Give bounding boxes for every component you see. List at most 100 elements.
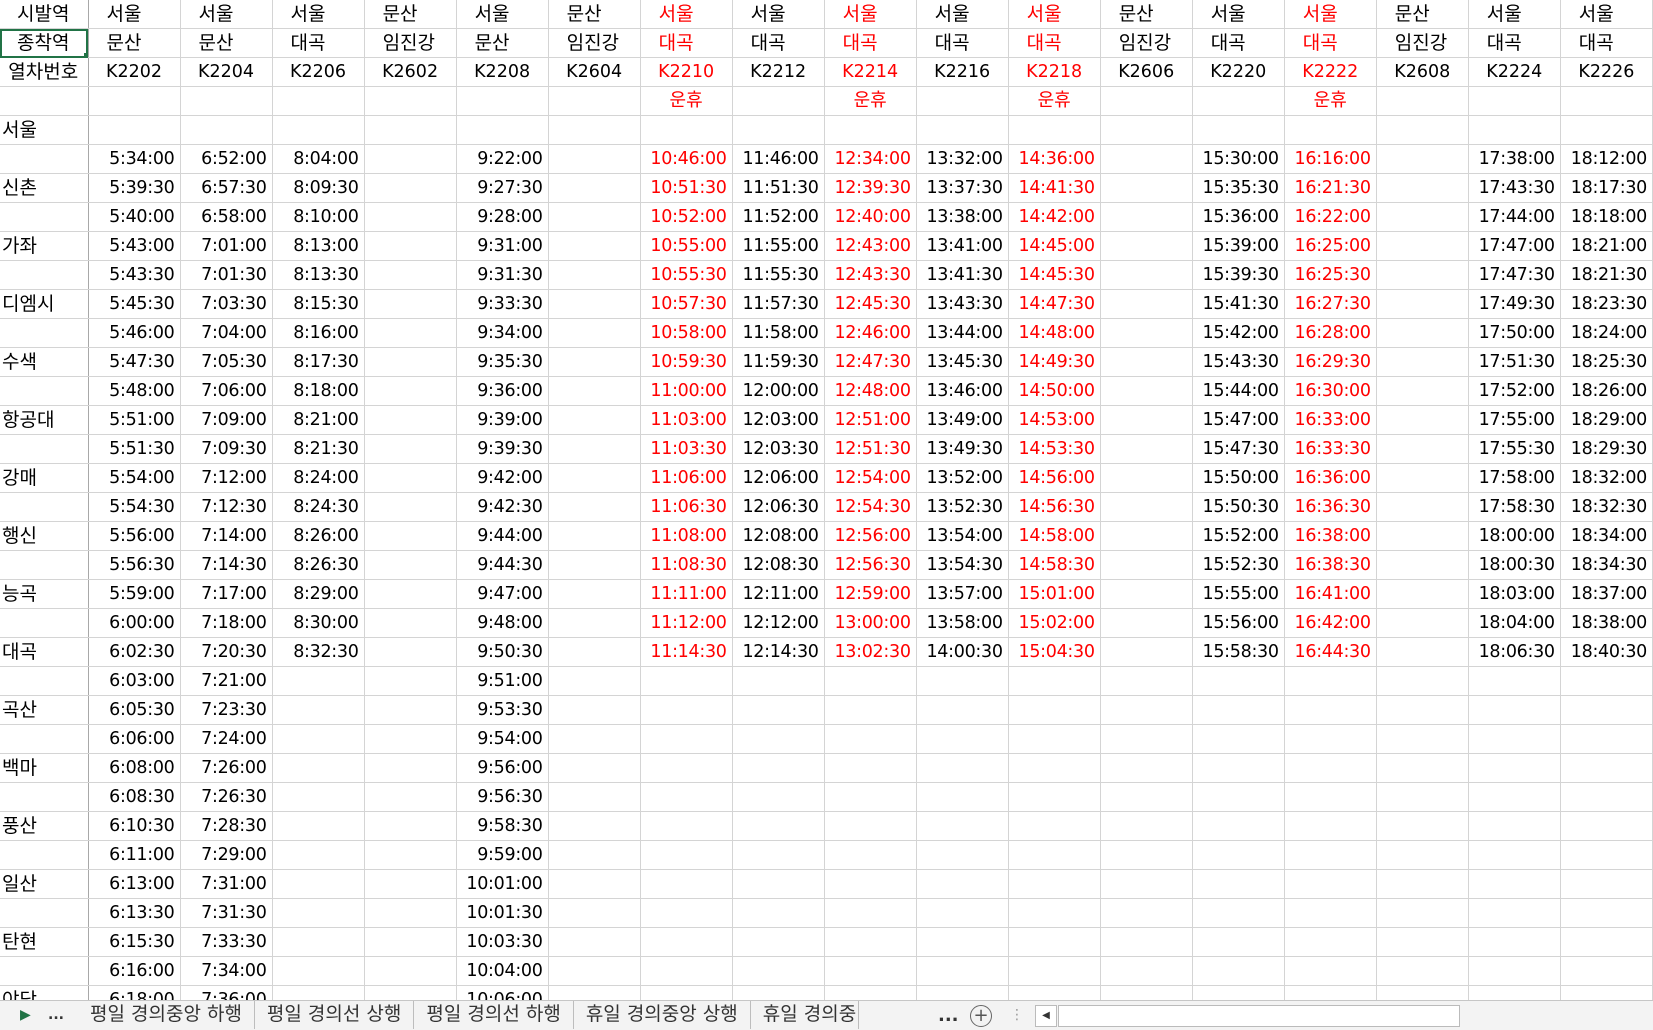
- time-cell[interactable]: 6:18:00: [88, 985, 181, 1000]
- time-cell[interactable]: 18:21:30: [1560, 260, 1653, 290]
- time-cell[interactable]: 5:40:00: [88, 202, 181, 232]
- time-cell[interactable]: 12:48:00: [824, 376, 917, 406]
- time-cell[interactable]: 14:45:00: [1008, 231, 1101, 261]
- time-cell[interactable]: [640, 753, 733, 783]
- time-cell[interactable]: 15:52:00: [1192, 521, 1285, 551]
- time-cell[interactable]: 17:49:30: [1468, 289, 1561, 319]
- time-cell[interactable]: [1100, 608, 1193, 638]
- train-number-cell[interactable]: K2206: [272, 57, 365, 87]
- time-cell[interactable]: 9:50:30: [456, 637, 549, 667]
- time-cell[interactable]: 18:37:00: [1560, 579, 1653, 609]
- time-cell[interactable]: [916, 666, 1009, 696]
- time-cell[interactable]: [1008, 782, 1101, 812]
- time-cell[interactable]: 17:55:00: [1468, 405, 1561, 435]
- time-cell[interactable]: 7:36:00: [180, 985, 273, 1000]
- time-cell[interactable]: 15:01:00: [1008, 579, 1101, 609]
- time-cell[interactable]: [364, 202, 457, 232]
- time-cell[interactable]: [1376, 898, 1469, 928]
- time-cell[interactable]: [1376, 927, 1469, 957]
- station-name-cell[interactable]: 서울: [0, 115, 89, 145]
- time-cell[interactable]: 14:45:30: [1008, 260, 1101, 290]
- start-station-label[interactable]: 시발역: [0, 0, 89, 29]
- time-cell[interactable]: 14:53:00: [1008, 405, 1101, 435]
- time-cell[interactable]: 6:13:30: [88, 898, 181, 928]
- time-cell[interactable]: 13:37:30: [916, 173, 1009, 203]
- time-cell[interactable]: [1376, 840, 1469, 870]
- time-cell[interactable]: [548, 782, 641, 812]
- time-cell[interactable]: 14:49:30: [1008, 347, 1101, 377]
- time-cell[interactable]: 16:30:00: [1284, 376, 1377, 406]
- status-cell[interactable]: [548, 86, 641, 116]
- time-cell[interactable]: 18:04:00: [1468, 608, 1561, 638]
- time-cell[interactable]: 11:14:30: [640, 637, 733, 667]
- station-name-cell[interactable]: [0, 202, 89, 232]
- time-cell[interactable]: 9:44:00: [456, 521, 549, 551]
- time-cell[interactable]: 14:48:00: [1008, 318, 1101, 348]
- sheet-tab[interactable]: 평일 경의선 하행: [414, 1001, 574, 1029]
- time-cell[interactable]: 14:42:00: [1008, 202, 1101, 232]
- time-cell[interactable]: [1192, 956, 1285, 986]
- time-cell[interactable]: 5:54:30: [88, 492, 181, 522]
- time-cell[interactable]: [1468, 840, 1561, 870]
- time-cell[interactable]: [364, 695, 457, 725]
- time-cell[interactable]: [1284, 840, 1377, 870]
- time-cell[interactable]: [824, 869, 917, 899]
- time-cell[interactable]: [1560, 782, 1653, 812]
- time-cell[interactable]: [364, 115, 457, 145]
- time-cell[interactable]: [824, 782, 917, 812]
- time-cell[interactable]: 12:51:00: [824, 405, 917, 435]
- time-cell[interactable]: [916, 840, 1009, 870]
- time-cell[interactable]: 17:58:30: [1468, 492, 1561, 522]
- time-cell[interactable]: 9:35:30: [456, 347, 549, 377]
- time-cell[interactable]: [364, 144, 457, 174]
- time-cell[interactable]: [824, 840, 917, 870]
- time-cell[interactable]: 9:56:30: [456, 782, 549, 812]
- time-cell[interactable]: [1100, 347, 1193, 377]
- station-name-cell[interactable]: 일산: [0, 869, 89, 899]
- time-cell[interactable]: 5:46:00: [88, 318, 181, 348]
- time-cell[interactable]: 16:16:00: [1284, 144, 1377, 174]
- time-cell[interactable]: 9:53:30: [456, 695, 549, 725]
- time-cell[interactable]: [1560, 840, 1653, 870]
- time-cell[interactable]: 7:18:00: [180, 608, 273, 638]
- time-cell[interactable]: [1100, 695, 1193, 725]
- time-cell[interactable]: [1376, 115, 1469, 145]
- time-cell[interactable]: [732, 840, 825, 870]
- station-name-cell[interactable]: [0, 318, 89, 348]
- time-cell[interactable]: [364, 376, 457, 406]
- time-cell[interactable]: 11:59:30: [732, 347, 825, 377]
- time-cell[interactable]: [732, 811, 825, 841]
- time-cell[interactable]: 15:50:00: [1192, 463, 1285, 493]
- end-station-cell[interactable]: 대곡: [1560, 28, 1653, 58]
- time-cell[interactable]: 13:32:00: [916, 144, 1009, 174]
- time-cell[interactable]: 17:43:30: [1468, 173, 1561, 203]
- time-cell[interactable]: [1284, 782, 1377, 812]
- time-cell[interactable]: 6:05:30: [88, 695, 181, 725]
- time-cell[interactable]: [1100, 724, 1193, 754]
- time-cell[interactable]: [1192, 898, 1285, 928]
- end-station-cell[interactable]: 대곡: [640, 28, 733, 58]
- time-cell[interactable]: 17:47:30: [1468, 260, 1561, 290]
- time-cell[interactable]: [1100, 811, 1193, 841]
- start-station-cell[interactable]: 문산: [1100, 0, 1193, 29]
- time-cell[interactable]: [1560, 985, 1653, 1000]
- time-cell[interactable]: 5:45:30: [88, 289, 181, 319]
- time-cell[interactable]: [364, 608, 457, 638]
- time-cell[interactable]: 12:47:30: [824, 347, 917, 377]
- time-cell[interactable]: [1376, 695, 1469, 725]
- start-station-cell[interactable]: 서울: [180, 0, 273, 29]
- start-station-cell[interactable]: 서울: [916, 0, 1009, 29]
- time-cell[interactable]: 13:58:00: [916, 608, 1009, 638]
- station-name-cell[interactable]: 행신: [0, 521, 89, 551]
- time-cell[interactable]: 5:43:00: [88, 231, 181, 261]
- time-cell[interactable]: [1560, 115, 1653, 145]
- time-cell[interactable]: 14:41:30: [1008, 173, 1101, 203]
- time-cell[interactable]: 7:14:00: [180, 521, 273, 551]
- time-cell[interactable]: 6:08:30: [88, 782, 181, 812]
- time-cell[interactable]: 5:51:00: [88, 405, 181, 435]
- time-cell[interactable]: 12:08:00: [732, 521, 825, 551]
- time-cell[interactable]: [364, 173, 457, 203]
- time-cell[interactable]: [1192, 840, 1285, 870]
- time-cell[interactable]: 17:55:30: [1468, 434, 1561, 464]
- time-cell[interactable]: 15:02:00: [1008, 608, 1101, 638]
